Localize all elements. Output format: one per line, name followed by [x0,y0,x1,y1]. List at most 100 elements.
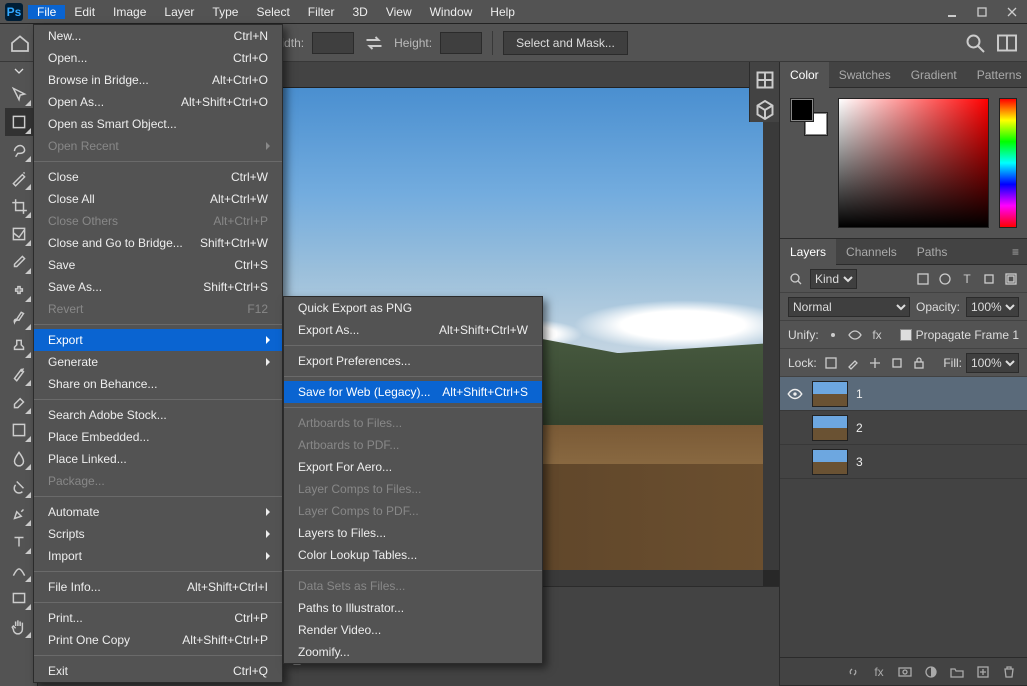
menuitem-color-lookup-tables[interactable]: Color Lookup Tables... [284,544,542,566]
height-input[interactable] [440,32,482,54]
tab-paths[interactable]: Paths [907,239,958,265]
tool-gradient[interactable] [5,416,33,444]
menuitem-browse-in-bridge[interactable]: Browse in Bridge...Alt+Ctrl+O [34,69,282,91]
mini-cube-icon[interactable] [753,98,777,122]
menu-filter[interactable]: Filter [299,5,344,19]
width-input[interactable] [312,32,354,54]
tool-eyedrop[interactable] [5,248,33,276]
tool-hand[interactable] [5,612,33,640]
tool-blur[interactable] [5,444,33,472]
menuitem-generate[interactable]: Generate [34,351,282,373]
group-icon[interactable] [949,664,965,680]
tool-lasso[interactable] [5,136,33,164]
fg-bg-swatch[interactable] [790,98,828,136]
menuitem-close-and-go-to-bridge[interactable]: Close and Go to Bridge...Shift+Ctrl+W [34,232,282,254]
filter-shape-icon[interactable] [981,271,997,287]
menu-window[interactable]: Window [421,5,482,19]
tool-crop[interactable] [5,192,33,220]
menuitem-place-embedded[interactable]: Place Embedded... [34,426,282,448]
visibility-icon[interactable] [786,419,804,437]
menu-select[interactable]: Select [247,5,298,19]
swap-icon[interactable] [362,31,386,55]
filter-type-select[interactable]: Kind [810,269,857,289]
menuitem-automate[interactable]: Automate [34,501,282,523]
menuitem-scripts[interactable]: Scripts [34,523,282,545]
filter-pixel-icon[interactable] [915,271,931,287]
menuitem-export[interactable]: Export [34,329,282,351]
scrollbar-vertical[interactable] [763,88,779,570]
menuitem-close[interactable]: CloseCtrl+W [34,166,282,188]
color-field[interactable] [838,98,989,228]
adjustment-icon[interactable] [923,664,939,680]
tool-path[interactable] [5,556,33,584]
tool-type[interactable] [5,528,33,556]
tab-channels[interactable]: Channels [836,239,907,265]
visibility-icon[interactable] [786,453,804,471]
tool-heal[interactable] [5,276,33,304]
mini-guides-icon[interactable] [753,68,777,92]
new-layer-icon[interactable] [975,664,991,680]
tool-brush[interactable] [5,304,33,332]
menuitem-zoomify[interactable]: Zoomify... [284,641,542,663]
menuitem-render-video[interactable]: Render Video... [284,619,542,641]
unify-position-icon[interactable] [825,327,841,343]
menuitem-open[interactable]: Open...Ctrl+O [34,47,282,69]
menu-image[interactable]: Image [104,5,155,19]
tool-marquee[interactable] [5,108,33,136]
tool-move[interactable] [5,80,33,108]
menuitem-save[interactable]: SaveCtrl+S [34,254,282,276]
lock-pixels-icon[interactable] [845,355,861,371]
menuitem-open-as[interactable]: Open As...Alt+Shift+Ctrl+O [34,91,282,113]
lock-artboard-icon[interactable] [889,355,905,371]
blend-mode-select[interactable]: Normal [788,297,910,317]
menuitem-export-for-aero[interactable]: Export For Aero... [284,456,542,478]
tool-dodge[interactable] [5,472,33,500]
fx-icon[interactable]: fx [871,664,887,680]
menuitem-save-as[interactable]: Save As...Shift+Ctrl+S [34,276,282,298]
tool-frame[interactable] [5,220,33,248]
menu-3d[interactable]: 3D [343,5,376,19]
menuitem-close-all[interactable]: Close AllAlt+Ctrl+W [34,188,282,210]
lock-all-icon[interactable] [911,355,927,371]
unify-visibility-icon[interactable] [847,327,863,343]
tool-wand[interactable] [5,164,33,192]
menuitem-new[interactable]: New...Ctrl+N [34,25,282,47]
menu-layer[interactable]: Layer [155,5,203,19]
panel-menu-icon[interactable]: ≡ [1004,245,1027,259]
layer-row[interactable]: 2 [780,411,1027,445]
trash-icon[interactable] [1001,664,1017,680]
home-icon[interactable] [8,31,32,55]
menu-type[interactable]: Type [203,5,247,19]
visibility-icon[interactable] [786,385,804,403]
menuitem-import[interactable]: Import [34,545,282,567]
menu-view[interactable]: View [377,5,421,19]
menuitem-place-linked[interactable]: Place Linked... [34,448,282,470]
tool-eraser[interactable] [5,388,33,416]
menuitem-share-on-behance[interactable]: Share on Behance... [34,373,282,395]
workspace-icon[interactable] [995,31,1019,55]
tool-pen[interactable] [5,500,33,528]
tab-swatches[interactable]: Swatches [829,62,901,88]
hue-slider[interactable] [999,98,1017,228]
mask-icon[interactable] [897,664,913,680]
menuitem-print-one-copy[interactable]: Print One CopyAlt+Shift+Ctrl+P [34,629,282,651]
lock-transparency-icon[interactable] [823,355,839,371]
filter-type-icon[interactable]: T [959,271,975,287]
propagate-checkbox[interactable] [900,329,912,341]
menuitem-export-as[interactable]: Export As...Alt+Shift+Ctrl+W [284,319,542,341]
tool-rect[interactable] [5,584,33,612]
maximize-button[interactable] [967,0,997,24]
menuitem-quick-export-as-png[interactable]: Quick Export as PNG [284,297,542,319]
tab-color[interactable]: Color [780,62,829,88]
menuitem-save-for-web-legacy[interactable]: Save for Web (Legacy)...Alt+Shift+Ctrl+S [284,381,542,403]
filter-smart-icon[interactable] [1003,271,1019,287]
tool-history[interactable] [5,360,33,388]
layer-row[interactable]: 1 [780,377,1027,411]
tool-collapse-icon[interactable] [12,66,26,76]
menuitem-layers-to-files[interactable]: Layers to Files... [284,522,542,544]
layer-row[interactable]: 3 [780,445,1027,479]
menu-help[interactable]: Help [481,5,524,19]
menuitem-paths-to-illustrator[interactable]: Paths to Illustrator... [284,597,542,619]
menuitem-exit[interactable]: ExitCtrl+Q [34,660,282,682]
menu-edit[interactable]: Edit [65,5,104,19]
